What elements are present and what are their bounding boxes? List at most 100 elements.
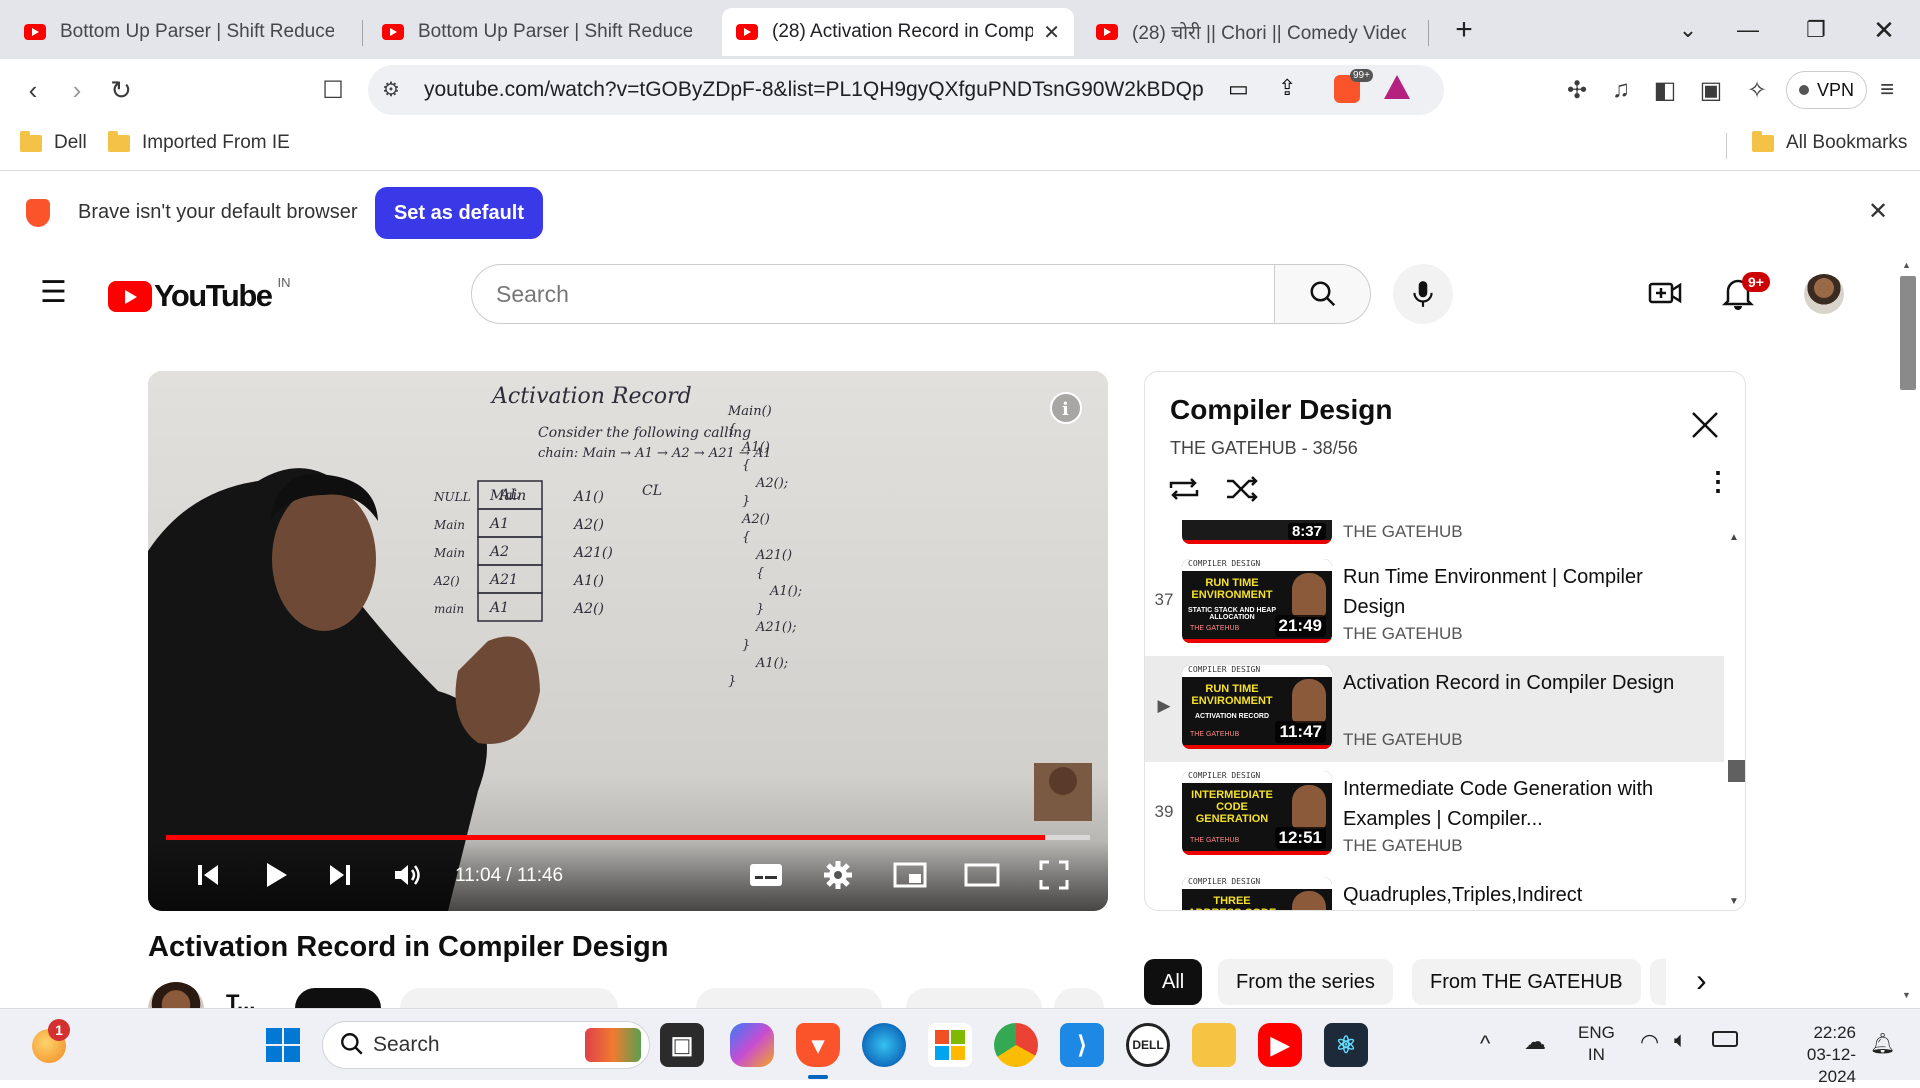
playlist-subtitle[interactable]: THE GATEHUB - 38/56 xyxy=(1170,438,1358,459)
search-button[interactable] xyxy=(1275,264,1371,324)
extensions-icon[interactable]: ✣ xyxy=(1556,69,1598,111)
edge-icon[interactable] xyxy=(862,1023,906,1067)
chip-all[interactable]: All xyxy=(1144,959,1203,1005)
close-infobar-icon[interactable]: ✕ xyxy=(1868,197,1888,226)
brave-taskbar-icon[interactable]: ▾ xyxy=(796,1023,840,1067)
page-scrollbar-track[interactable]: ▲ ▼ xyxy=(1896,254,1920,1008)
close-window-icon[interactable]: ✕ xyxy=(1864,10,1904,50)
bookmark-icon[interactable]: ☐ xyxy=(312,69,354,111)
video-player[interactable]: Activation Record Consider the following… xyxy=(148,371,1108,911)
play-icon[interactable] xyxy=(256,855,296,895)
onedrive-offline-icon[interactable]: ☁ xyxy=(1524,1029,1546,1055)
playlist-thumbnail[interactable]: COMPILER DESIGN RUN TIME ENVIRONMENT ACTIV… xyxy=(1182,665,1332,749)
theater-mode-icon[interactable] xyxy=(962,855,1002,895)
bookmark-dell[interactable]: Dell xyxy=(20,130,87,154)
previous-video-icon[interactable] xyxy=(188,855,228,895)
tab-4[interactable]: (28) चोरी || Chori || Comedy Video || xyxy=(1082,8,1420,56)
page-scroll-down-icon[interactable]: ▼ xyxy=(1902,990,1911,1000)
task-view-icon[interactable]: ▣ xyxy=(660,1023,704,1067)
loop-playlist-icon[interactable] xyxy=(1167,476,1201,507)
taskbar-search-input[interactable]: Search xyxy=(322,1021,650,1069)
address-bar[interactable]: ⚙ youtube.com/watch?v=tGOByZDpF-8&list=P… xyxy=(368,65,1444,115)
page-scroll-up-icon[interactable]: ▲ xyxy=(1902,260,1911,270)
settings-gear-icon[interactable] xyxy=(818,855,858,895)
share-icon[interactable]: ⇪ xyxy=(1278,75,1296,101)
playlist-item-current[interactable]: ▶ COMPILER DESIGN RUN TIME ENVIRONMENT ACTI… xyxy=(1145,656,1724,762)
speaker-icon[interactable]: 🔈︎ xyxy=(1674,1027,1687,1053)
next-video-icon[interactable] xyxy=(320,855,360,895)
voice-search-button[interactable] xyxy=(1393,264,1453,324)
vpn-button[interactable]: VPN xyxy=(1786,71,1868,109)
playlist-item[interactable]: COMPILER DESIGN THREE ADDRESS CODE REPRES… xyxy=(1145,868,1724,910)
page-scrollbar-thumb[interactable] xyxy=(1900,276,1916,390)
minimize-icon[interactable]: — xyxy=(1728,10,1768,50)
chrome-icon[interactable] xyxy=(994,1023,1038,1067)
shuffle-playlist-icon[interactable] xyxy=(1225,476,1259,507)
youtube-app-icon[interactable]: ▶ xyxy=(1258,1023,1302,1067)
youtube-logo[interactable]: YouTube IN xyxy=(108,275,291,314)
menu-icon[interactable]: ≡ xyxy=(1866,69,1908,111)
leo-ai-icon[interactable]: ✧ xyxy=(1736,69,1778,111)
file-explorer-icon[interactable] xyxy=(1192,1023,1236,1067)
sidebar-icon[interactable]: ◧ xyxy=(1644,69,1686,111)
playlist-item-title[interactable]: Run Time Environment | Compiler Design xyxy=(1343,562,1703,622)
forward-icon[interactable]: › xyxy=(56,69,98,111)
miniplayer-icon[interactable] xyxy=(890,855,930,895)
volume-icon[interactable] xyxy=(388,855,428,895)
restore-icon[interactable]: ❐ xyxy=(1796,10,1836,50)
hamburger-menu-icon[interactable]: ☰ xyxy=(40,278,67,308)
subtitles-icon[interactable] xyxy=(746,855,786,895)
tab-2[interactable]: Bottom Up Parser | Shift Reduce Par xyxy=(368,8,706,56)
chip-partial[interactable] xyxy=(1650,959,1666,1005)
scroll-up-arrow-icon[interactable]: ▲ xyxy=(1729,532,1739,543)
tab-1[interactable]: Bottom Up Parser | Shift Reduce Par xyxy=(10,8,348,56)
playlist-item[interactable]: 37 COMPILER DESIGN RUN TIME ENVIRONMENT STA… xyxy=(1145,550,1724,656)
new-tab-button[interactable]: + xyxy=(1444,10,1484,50)
wallet-icon[interactable]: ▣ xyxy=(1690,69,1732,111)
playlist-item-title[interactable]: Activation Record in Compiler Design xyxy=(1343,668,1703,698)
close-tab-icon[interactable]: ✕ xyxy=(1043,20,1060,45)
set-as-default-button[interactable]: Set as default xyxy=(375,187,543,239)
scroll-down-arrow-icon[interactable]: ▼ xyxy=(1729,896,1739,907)
youtube-search-input[interactable]: Search xyxy=(471,264,1275,324)
microsoft-store-icon[interactable] xyxy=(928,1023,972,1067)
playlist-title[interactable]: Compiler Design xyxy=(1170,394,1392,426)
tab-search-chevron-icon[interactable]: ⌄ xyxy=(1668,10,1708,50)
playlist-item[interactable]: 39 COMPILER DESIGN INTERMEDIATE CODE GENER… xyxy=(1145,762,1724,868)
chips-next-chevron-icon[interactable]: › xyxy=(1696,962,1707,999)
site-settings-icon[interactable]: ⚙ xyxy=(382,77,400,102)
media-icon[interactable]: ♫ xyxy=(1600,69,1642,111)
notification-center-icon[interactable]: 🔔︎ xyxy=(1870,1031,1895,1056)
brave-rewards-icon[interactable] xyxy=(1384,75,1410,99)
clock[interactable]: 22:26 03-12-2024 xyxy=(1770,1022,1856,1088)
back-icon[interactable]: ‹ xyxy=(12,69,54,111)
dell-icon[interactable]: DELL xyxy=(1126,1023,1170,1067)
close-playlist-icon[interactable] xyxy=(1690,410,1720,445)
reload-icon[interactable]: ↻ xyxy=(100,69,142,111)
all-bookmarks[interactable]: All Bookmarks xyxy=(1752,130,1907,154)
vscode-icon[interactable]: ⟩ xyxy=(1060,1023,1104,1067)
tab-3-active[interactable]: (28) Activation Record in Comp ✕ xyxy=(722,8,1074,56)
url-text[interactable]: youtube.com/watch?v=tGOByZDpF-8&list=PL1… xyxy=(424,78,1204,102)
progress-bar[interactable] xyxy=(166,835,1090,840)
react-app-icon[interactable]: ⚛ xyxy=(1324,1023,1368,1067)
show-hidden-icons-chevron-icon[interactable]: ^ xyxy=(1480,1031,1490,1057)
playlist-thumbnail[interactable]: 8:37 xyxy=(1182,520,1332,544)
playlist-thumbnail[interactable]: COMPILER DESIGN INTERMEDIATE CODE GENERAT… xyxy=(1182,771,1332,855)
playlist-thumbnail[interactable]: COMPILER DESIGN THREE ADDRESS CODE REPRES… xyxy=(1182,877,1332,910)
playlist-more-options-icon[interactable]: ⋮ xyxy=(1705,468,1731,494)
user-avatar[interactable] xyxy=(1804,274,1844,314)
battery-icon[interactable] xyxy=(1712,1031,1738,1047)
playlist-scrollbar-thumb[interactable] xyxy=(1728,760,1745,782)
playlist-item-title[interactable]: Quadruples,Triples,Indirect xyxy=(1343,880,1703,910)
playlist-thumbnail[interactable]: COMPILER DESIGN RUN TIME ENVIRONMENT STATI… xyxy=(1182,559,1332,643)
start-windows-icon[interactable] xyxy=(265,1027,301,1063)
fullscreen-icon[interactable] xyxy=(1034,855,1074,895)
copilot-icon[interactable] xyxy=(730,1023,774,1067)
chip-from-the-series[interactable]: From the series xyxy=(1218,959,1393,1005)
playlist-item-title[interactable]: Intermediate Code Generation with Exampl… xyxy=(1343,774,1703,834)
language-indicator[interactable]: ENG IN xyxy=(1578,1022,1615,1066)
chip-from-the-gatehub[interactable]: From THE GATEHUB xyxy=(1412,959,1641,1005)
install-app-icon[interactable]: ▭ xyxy=(1228,76,1249,102)
bookmark-imported-from-ie[interactable]: Imported From IE xyxy=(108,130,290,154)
